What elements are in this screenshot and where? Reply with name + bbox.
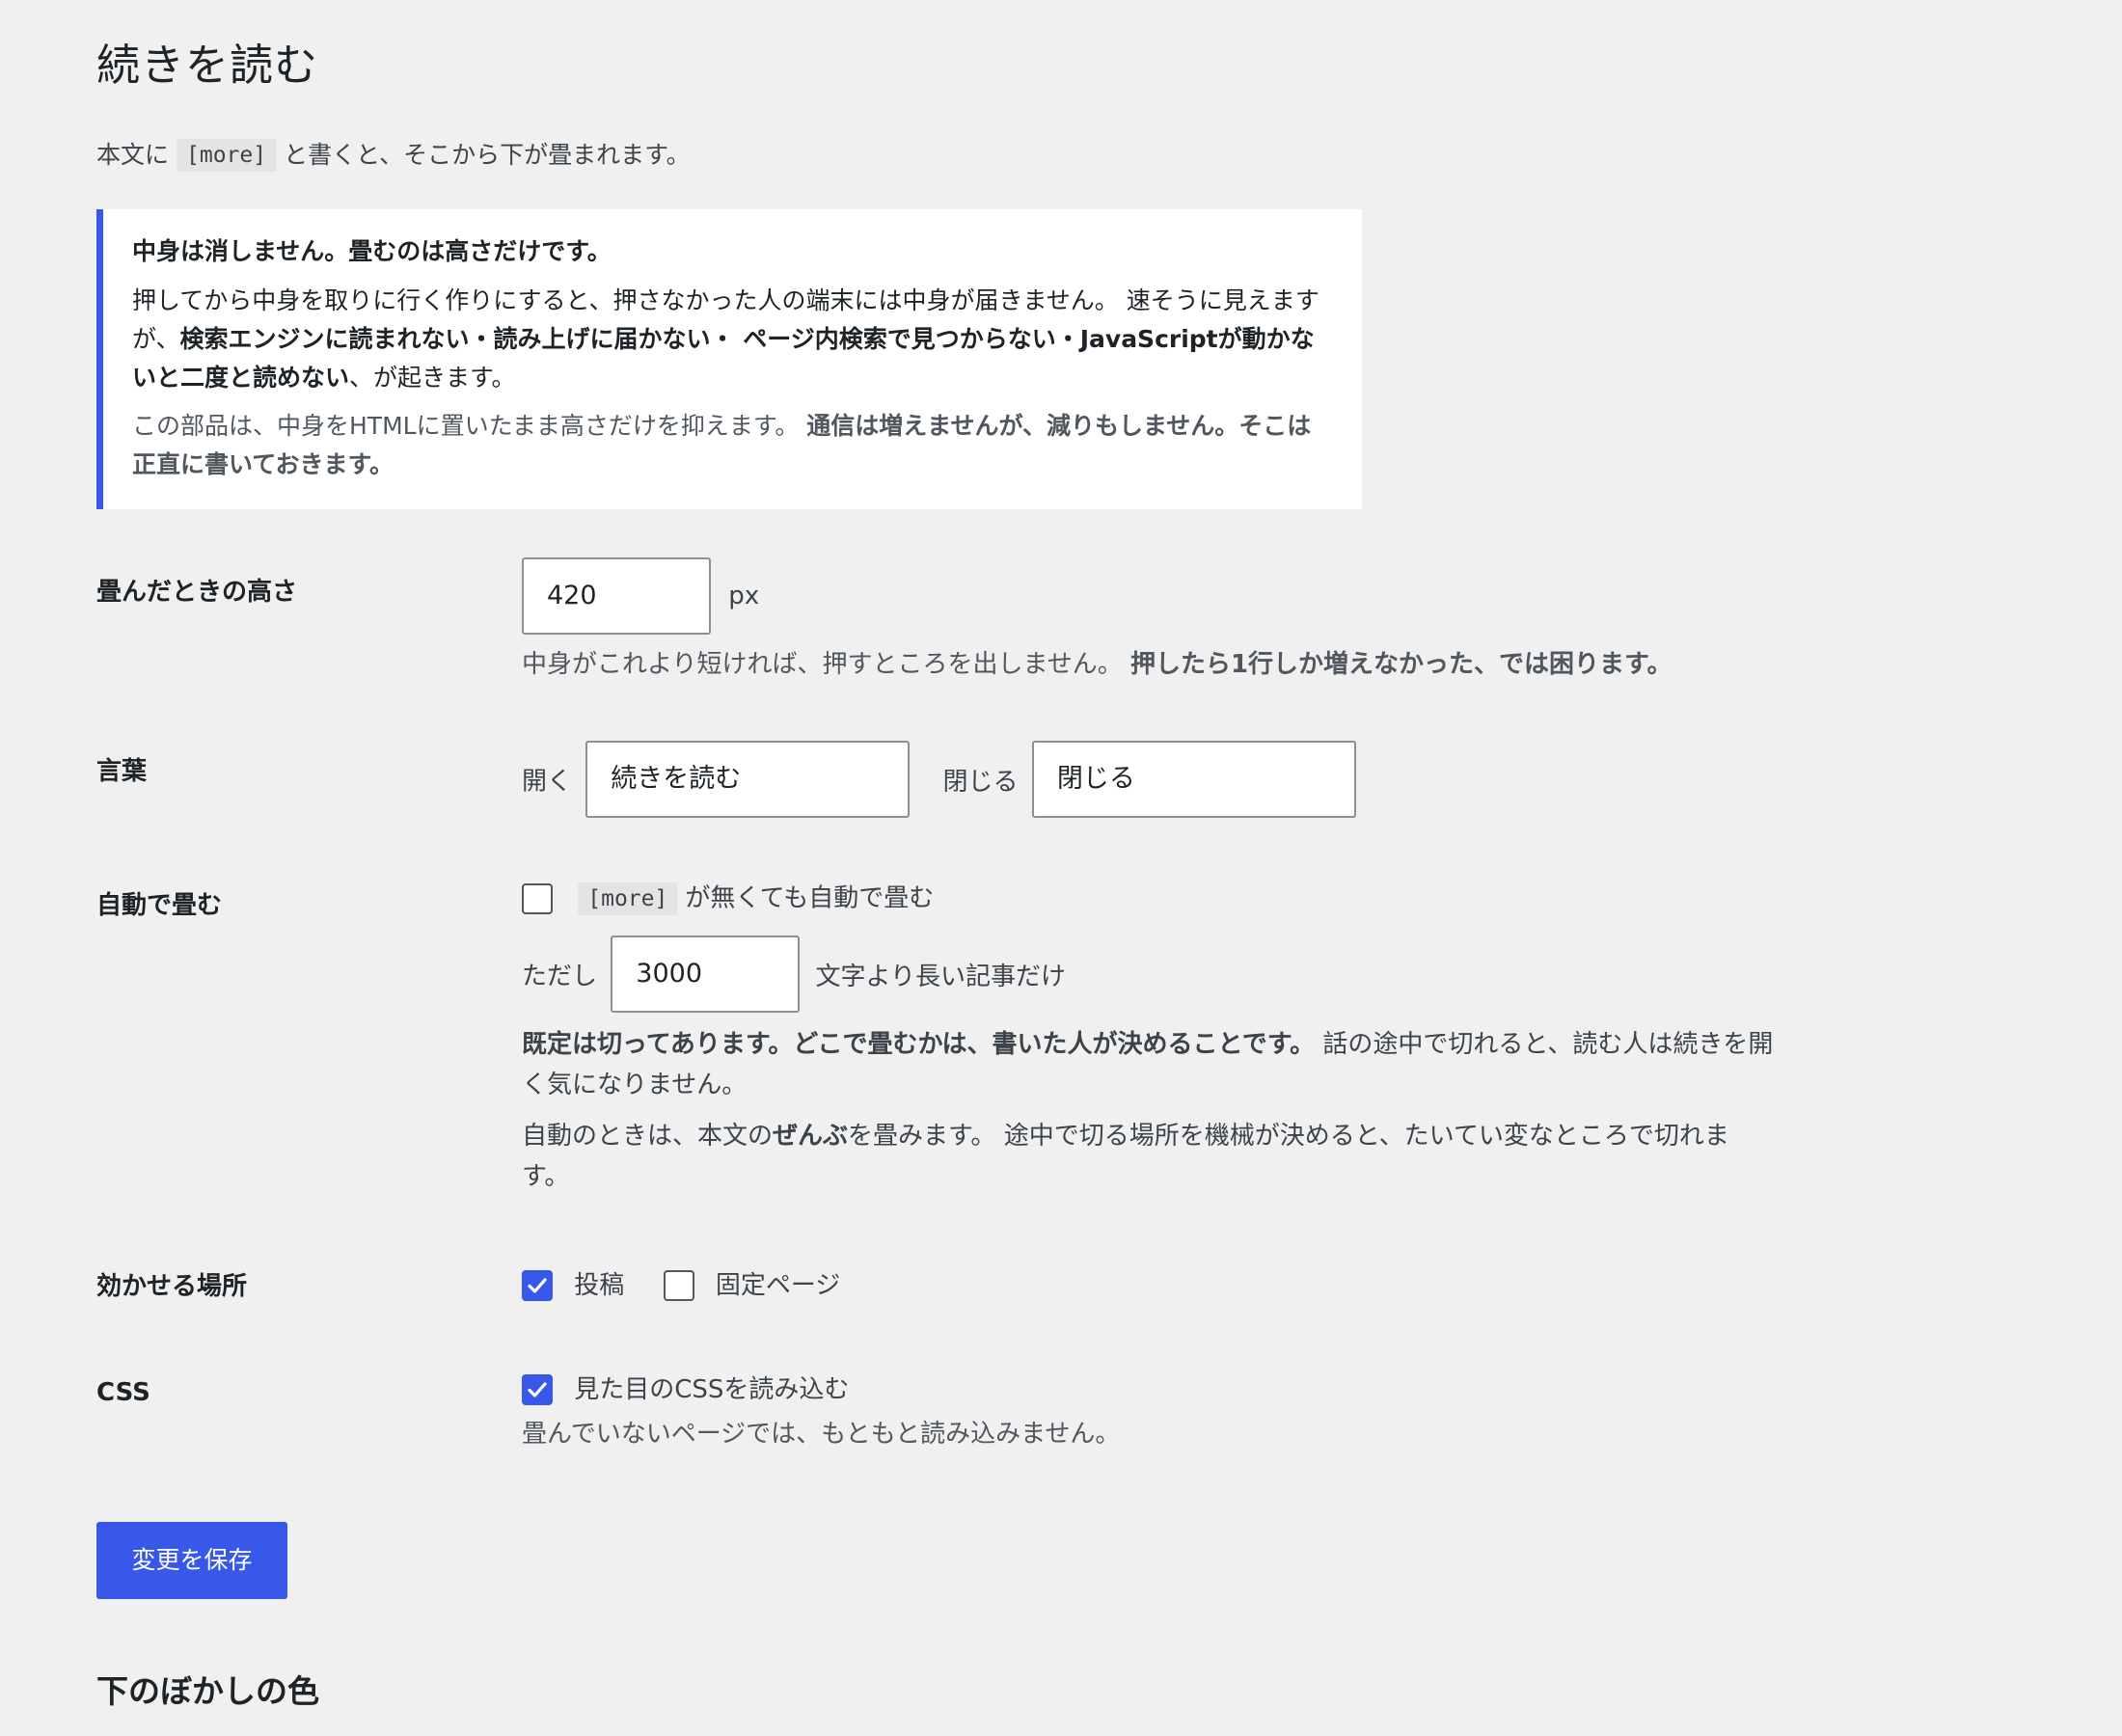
intro-after: と書くと、そこから下が畳まれます。 — [284, 141, 691, 169]
auto-fold-checkbox-row[interactable]: [more] が無くても自動で畳む — [522, 878, 934, 919]
notice-headline: 中身は消しません。畳むのは高さだけです。 — [132, 237, 612, 265]
css-checkbox-row[interactable]: 見た目のCSSを読み込む — [522, 1368, 849, 1411]
auto-fold-desc2-bold: ぜんぶ — [773, 1122, 849, 1151]
min-chars-suffix: 文字より長い記事だけ — [815, 962, 1067, 991]
notice-p1-bold: 検索エンジンに読まれない・読み上げに届かない・ ページ内検索で見つからない・Ja… — [132, 325, 1315, 392]
notice-paragraph-2: この部品は、中身をHTMLに置いたまま高さだけを抑えます。 通信は増えませんが、… — [132, 407, 1333, 484]
close-text-input[interactable]: 閉じる — [1031, 741, 1356, 818]
auto-fold-label: 自動で畳む — [96, 891, 223, 920]
css-description: 畳んでいないページでは、もともと読み込みません。 — [522, 1420, 1121, 1449]
open-text-input[interactable]: 続きを読む — [585, 741, 911, 818]
notice-paragraph-1: 押してから中身を取りに行く作りにすると、押さなかった人の端末には中身が届きません… — [132, 282, 1333, 397]
min-chars-input[interactable]: 3000 — [611, 936, 801, 1013]
page-title: 続きを読む — [96, 40, 319, 91]
words-field-group: 開く 続きを読む 閉じる 閉じる — [522, 741, 1356, 818]
pages-label: 固定ページ — [715, 1270, 841, 1300]
open-label: 開く — [522, 767, 573, 797]
css-label: CSS — [96, 1378, 150, 1407]
blur-color-section-title: 下のぼかしの色 — [96, 1672, 319, 1710]
close-label: 閉じる — [942, 767, 1019, 797]
intro-text: 本文に [more] と書くと、そこから下が畳まれます。 — [96, 135, 1794, 175]
notice-p2-text: この部品は、中身をHTMLに置いたまま高さだけを抑えます。 — [132, 412, 807, 440]
auto-fold-desc2-text: 自動のときは、本文の — [522, 1122, 774, 1151]
check-icon — [528, 1381, 547, 1397]
min-chars-prefix: ただし — [522, 962, 598, 991]
height-unit: px — [728, 582, 760, 610]
auto-fold-checkbox-label: が無くても自動で畳む — [685, 883, 935, 913]
info-notice: 中身は消しません。畳むのは高さだけです。 押してから中身を取りに行く作りにすると… — [96, 209, 1362, 509]
apply-to-label: 効かせる場所 — [96, 1272, 248, 1301]
auto-fold-description-2: 自動のときは、本文のぜんぶを畳みます。 途中で切る場所を機械が決めると、たいてい… — [522, 1116, 1776, 1197]
words-label: 言葉 — [96, 757, 148, 786]
auto-fold-checkbox[interactable] — [522, 882, 553, 914]
height-label: 畳んだときの高さ — [96, 578, 298, 607]
height-desc-text: 中身がこれより短ければ、押すところを出しません。 — [522, 650, 1130, 679]
more-tag-code-inline: [more] — [578, 882, 678, 915]
pages-checkbox[interactable] — [663, 1269, 694, 1301]
apply-to-group: 投稿 固定ページ — [522, 1263, 840, 1307]
css-checkbox-label: 見た目のCSSを読み込む — [574, 1374, 850, 1404]
height-desc-bold: 押したら1行しか増えなかった、では困ります。 — [1129, 650, 1673, 679]
save-button[interactable]: 変更を保存 — [96, 1522, 287, 1599]
height-description: 中身がこれより短ければ、押すところを出しません。 押したら1行しか増えなかった、… — [522, 644, 1672, 685]
css-checkbox[interactable] — [522, 1373, 553, 1405]
intro-before: 本文に — [96, 141, 170, 169]
more-tag-code: [more] — [177, 139, 277, 172]
auto-fold-description-1: 既定は切ってあります。どこで畳むかは、書いた人が決めることです。 話の途中で切れ… — [522, 1024, 1776, 1105]
posts-checkbox[interactable] — [522, 1269, 553, 1301]
height-field-group: 420 px — [522, 557, 759, 635]
height-input[interactable]: 420 — [522, 557, 711, 635]
min-chars-row: ただし 3000 文字より長い記事だけ — [522, 936, 1066, 1013]
posts-label: 投稿 — [574, 1270, 625, 1300]
settings-page: 続きを読む 本文に [more] と書くと、そこから下が畳まれます。 中身は消しませ… — [96, 0, 1794, 1710]
notice-p1-end: 、が起きます。 — [349, 364, 516, 392]
check-icon — [528, 1277, 547, 1293]
auto-fold-desc1-bold: 既定は切ってあります。どこで畳むかは、書いた人が決めることです。 — [522, 1030, 1316, 1059]
